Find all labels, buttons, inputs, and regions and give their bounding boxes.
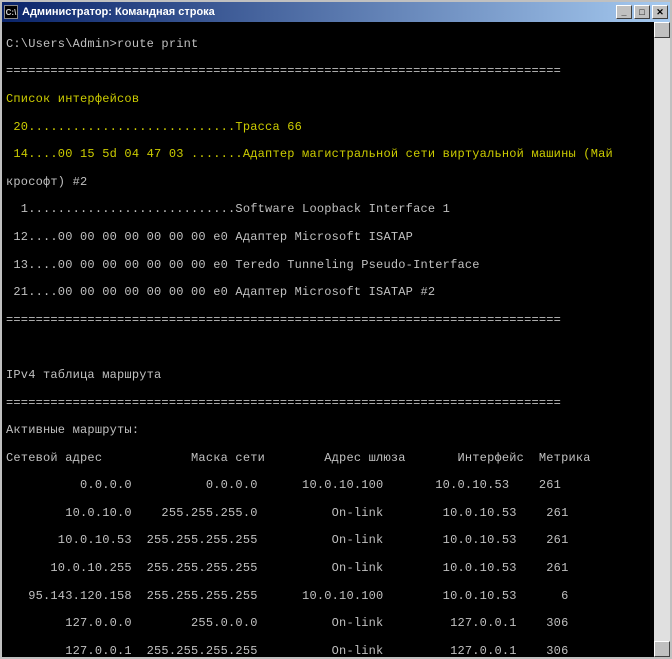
ipv4-header: IPv4 таблица маршрута [6, 369, 652, 383]
maximize-button[interactable]: □ [634, 5, 650, 19]
scroll-down-arrow-icon[interactable]: ▼ [654, 641, 670, 657]
columns-header: Сетевой адрес Маска сети Адрес шлюза Инт… [6, 452, 652, 466]
route-row: 0.0.0.0 0.0.0.0 10.0.10.100 10.0.10.53 2… [6, 479, 652, 493]
route-row: 10.0.10.0 255.255.255.0 On-link 10.0.10.… [6, 507, 652, 521]
close-button[interactable]: ✕ [652, 5, 668, 19]
prompt-line: C:\Users\Admin>route print [6, 38, 652, 52]
iface-row: 14....00 15 5d 04 47 03 .......Адаптер м… [6, 148, 652, 162]
divider: ========================================… [6, 397, 652, 411]
iface-row: 13....00 00 00 00 00 00 00 e0 Teredo Tun… [6, 259, 652, 273]
blank [6, 341, 652, 355]
iface-row: крософт) #2 [6, 176, 652, 190]
iface-row: 21....00 00 00 00 00 00 00 e0 Адаптер Mi… [6, 286, 652, 300]
window-buttons: _ □ ✕ [616, 5, 668, 19]
interfaces-header: Список интерфейсов [6, 93, 652, 107]
titlebar: C:\ Администратор: Командная строка _ □ … [2, 2, 670, 22]
scrollbar-track[interactable] [654, 38, 670, 641]
iface-row: 20............................Трасса 66 [6, 121, 652, 135]
cmd-window: C:\ Администратор: Командная строка _ □ … [0, 0, 672, 659]
active-routes-header: Активные маршруты: [6, 424, 652, 438]
minimize-button[interactable]: _ [616, 5, 632, 19]
terminal-content: C:\Users\Admin>route print =============… [6, 24, 652, 657]
route-row: 10.0.10.255 255.255.255.255 On-link 10.0… [6, 562, 652, 576]
route-row: 10.0.10.53 255.255.255.255 On-link 10.0.… [6, 534, 652, 548]
app-icon: C:\ [4, 5, 18, 19]
divider: ========================================… [6, 65, 652, 79]
terminal-area[interactable]: C:\Users\Admin>route print =============… [2, 22, 670, 657]
scroll-up-arrow-icon[interactable]: ▲ [654, 22, 670, 38]
iface-row: 1............................Software Lo… [6, 203, 652, 217]
iface-row: 12....00 00 00 00 00 00 00 e0 Адаптер Mi… [6, 231, 652, 245]
window-title: Администратор: Командная строка [22, 6, 616, 18]
vertical-scrollbar[interactable]: ▲ ▼ [654, 22, 670, 657]
divider: ========================================… [6, 314, 652, 328]
route-row: 127.0.0.0 255.0.0.0 On-link 127.0.0.1 30… [6, 617, 652, 631]
route-row: 127.0.0.1 255.255.255.255 On-link 127.0.… [6, 645, 652, 657]
route-row: 95.143.120.158 255.255.255.255 10.0.10.1… [6, 590, 652, 604]
